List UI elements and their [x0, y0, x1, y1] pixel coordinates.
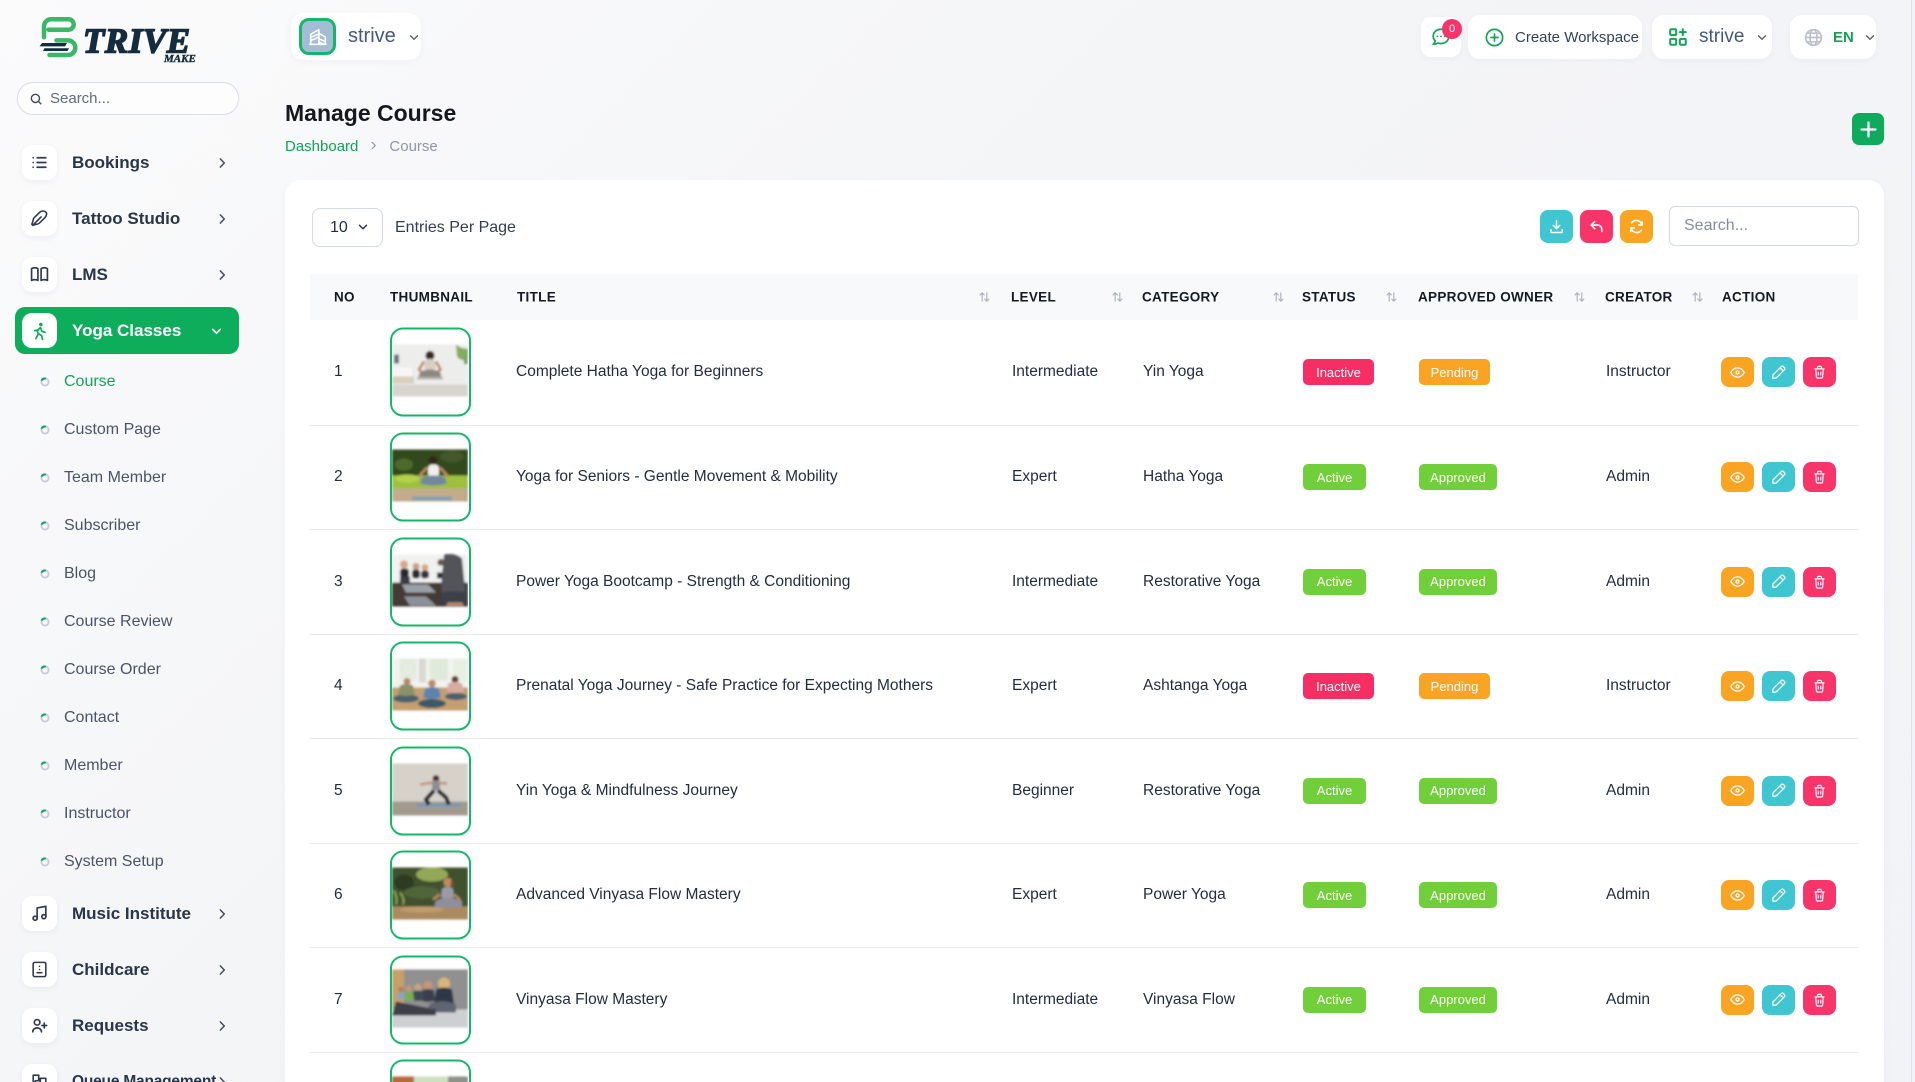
- svg-text:MAKE: MAKE: [163, 53, 196, 65]
